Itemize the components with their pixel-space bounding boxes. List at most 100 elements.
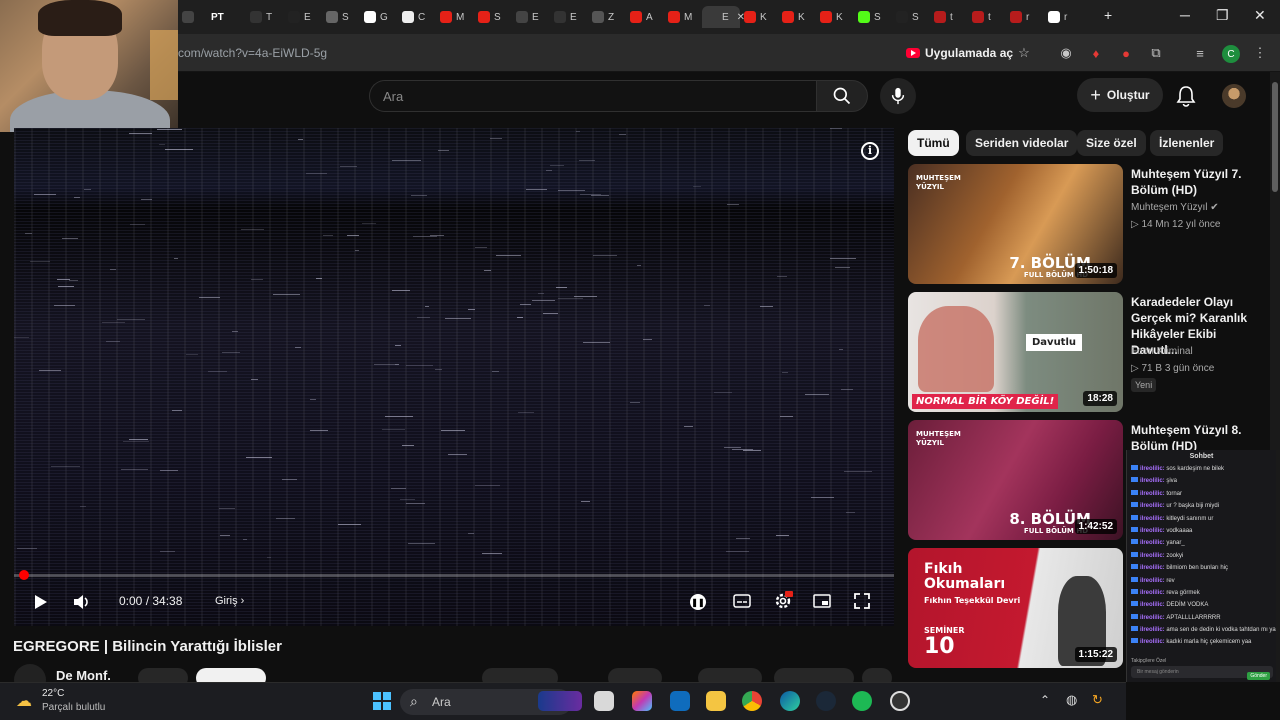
progress-scrubber[interactable] — [19, 570, 29, 580]
chip-all[interactable]: Tümü — [908, 130, 959, 156]
taskbar-search-highlight-icon[interactable] — [538, 691, 582, 711]
chat-username[interactable]: ilreolilic: — [1140, 602, 1166, 608]
video-thumbnail[interactable]: Davutlu NORMAL BİR KÖY DEĞİL! 18:28 — [908, 292, 1123, 412]
browser-tab[interactable]: K — [816, 6, 856, 28]
recommendation-item[interactable]: Davutlu NORMAL BİR KÖY DEĞİL! 18:28 Kara… — [908, 292, 1270, 414]
recommendation-item[interactable]: MUHTEŞEM YÜZYIL 7. BÖLÜM FULL BÖLÜM HD 1… — [908, 164, 1270, 286]
browser-tab[interactable]: r — [1044, 6, 1084, 28]
copilot-icon[interactable] — [632, 691, 652, 711]
scrollbar-thumb[interactable] — [1272, 82, 1278, 192]
miniplayer-button[interactable] — [812, 592, 832, 610]
browser-tab[interactable]: T — [246, 6, 286, 28]
create-button[interactable]: + Oluştur — [1077, 78, 1163, 112]
video-player[interactable]: i 0:00 / 34:38 Giriş › ❚❚ — [14, 128, 894, 626]
edge-icon[interactable] — [780, 691, 800, 711]
browser-tab[interactable]: E ✕ — [702, 6, 745, 28]
browser-tab[interactable]: G — [360, 6, 400, 28]
tray-app-icon[interactable]: ◍ — [1066, 692, 1077, 708]
chip-for-you[interactable]: Size özel — [1077, 130, 1146, 156]
browser-tab[interactable]: S — [474, 6, 514, 28]
browser-tab[interactable]: E — [550, 6, 590, 28]
browser-tab[interactable]: Z — [588, 6, 628, 28]
extensions-puzzle-icon[interactable]: ⧉ — [1148, 45, 1164, 61]
chat-username[interactable]: ilreolilic: — [1140, 466, 1166, 472]
browser-menu-icon[interactable]: ⋮ — [1252, 45, 1268, 61]
chat-username[interactable]: ilreolilic: — [1140, 553, 1166, 559]
video-thumbnail[interactable]: Fıkıh Okumaları Fıkhın Teşekkül Devri SE… — [908, 548, 1123, 668]
browser-tab[interactable]: M — [664, 6, 704, 28]
browser-tab[interactable]: t — [930, 6, 970, 28]
weather-description[interactable]: Parçalı bulutlu — [42, 702, 105, 713]
extension-red-icon[interactable]: ● — [1118, 45, 1134, 61]
search-input[interactable]: Ara — [369, 80, 816, 112]
media-control-icon[interactable]: ≡ — [1192, 45, 1208, 61]
steam-icon[interactable] — [816, 691, 836, 711]
profile-avatar[interactable]: C — [1222, 45, 1240, 63]
browser-tab[interactable]: K — [778, 6, 818, 28]
browser-tab[interactable]: S — [322, 6, 362, 28]
maximize-icon[interactable]: ❐ — [1216, 7, 1229, 24]
video-thumbnail[interactable]: MUHTEŞEM YÜZYIL 8. BÖLÜM FULL BÖLÜM HD 1… — [908, 420, 1123, 540]
chat-username[interactable]: ilreolilic: — [1140, 578, 1166, 584]
tab-prefix[interactable] — [178, 6, 206, 28]
voice-search-button[interactable] — [880, 78, 916, 114]
chat-username[interactable]: ilreolilic: — [1140, 540, 1166, 546]
settings-button[interactable] — [772, 590, 794, 612]
chat-username[interactable]: ilreolilic: — [1140, 627, 1166, 633]
file-explorer-icon[interactable] — [706, 691, 726, 711]
chat-username[interactable]: ilreolilic: — [1140, 615, 1166, 621]
browser-tab[interactable]: C — [398, 6, 438, 28]
browser-tab[interactable]: K — [740, 6, 780, 28]
progress-bar[interactable] — [14, 574, 894, 577]
bookmark-star-icon[interactable]: ☆ — [1016, 45, 1032, 61]
outlook-icon[interactable] — [670, 691, 690, 711]
extension-tp-icon[interactable]: ♦ — [1088, 45, 1104, 61]
video-thumbnail[interactable]: MUHTEŞEM YÜZYIL 7. BÖLÜM FULL BÖLÜM HD 1… — [908, 164, 1123, 284]
chat-username[interactable]: ilreolilic: — [1140, 478, 1166, 484]
chip-watched[interactable]: İzlenenler — [1150, 130, 1224, 156]
recommendation-channel[interactable]: Muhteşem Yüzyıl ✔ — [1131, 202, 1219, 213]
new-tab-icon[interactable]: + — [1104, 7, 1112, 23]
subtitles-button[interactable] — [732, 592, 752, 610]
channel-name[interactable]: De Monf. — [56, 668, 111, 683]
task-view-icon[interactable] — [594, 691, 614, 711]
chip-series-videos[interactable]: Seriden videolar — [966, 130, 1078, 156]
search-button[interactable] — [816, 80, 868, 112]
start-button[interactable] — [372, 691, 392, 716]
info-icon[interactable]: i — [861, 142, 879, 160]
play-button[interactable] — [32, 592, 50, 612]
autoplay-toggle[interactable]: ❚❚ — [690, 594, 706, 610]
minimize-icon[interactable]: ─ — [1180, 7, 1190, 23]
url-field[interactable]: com/watch?v=4a-EiWLD-5g — [178, 46, 327, 60]
chat-username[interactable]: ilreolilic: — [1140, 639, 1166, 645]
chrome-icon[interactable] — [742, 691, 762, 711]
browser-tab[interactable]: M — [436, 6, 476, 28]
recommendation-channel[interactable]: Foon Kriminal — [1131, 346, 1193, 357]
chat-username[interactable]: ilreolilic: — [1140, 528, 1166, 534]
tab-pt[interactable]: PT — [207, 6, 243, 28]
tray-chevron-up-icon[interactable]: ⌃ — [1040, 693, 1050, 707]
obs-icon[interactable] — [890, 691, 910, 711]
chat-username[interactable]: ilreolilic: — [1140, 491, 1166, 497]
chat-send-button[interactable]: Gönder — [1247, 672, 1270, 680]
browser-tab[interactable]: A — [626, 6, 666, 28]
close-window-icon[interactable]: ✕ — [1254, 7, 1266, 24]
tray-sync-icon[interactable]: ↻ — [1092, 692, 1103, 708]
browser-tab[interactable]: t — [968, 6, 1008, 28]
open-in-app-button[interactable]: Uygulamada aç — [902, 41, 1021, 65]
chat-username[interactable]: ilreolilic: — [1140, 516, 1166, 522]
fullscreen-button[interactable] — [852, 592, 872, 610]
chat-username[interactable]: ilreolilic: — [1140, 565, 1166, 571]
browser-tab[interactable]: E — [512, 6, 552, 28]
notifications-bell-icon[interactable] — [1176, 85, 1196, 107]
weather-temperature[interactable]: 22°C — [42, 688, 64, 699]
extension-g-icon[interactable]: ◉ — [1058, 45, 1074, 61]
browser-tab[interactable]: r — [1006, 6, 1046, 28]
weather-icon[interactable]: ☁ — [16, 691, 32, 711]
chat-username[interactable]: ilreolilic: — [1140, 503, 1166, 509]
recommendation-title[interactable]: Muhteşem Yüzyıl 7. Bölüm (HD) — [1131, 166, 1261, 198]
browser-tab[interactable]: S — [892, 6, 932, 28]
volume-button[interactable] — [72, 592, 92, 612]
spotify-icon[interactable] — [852, 691, 872, 711]
chapter-button[interactable]: Giriş › — [215, 595, 244, 607]
